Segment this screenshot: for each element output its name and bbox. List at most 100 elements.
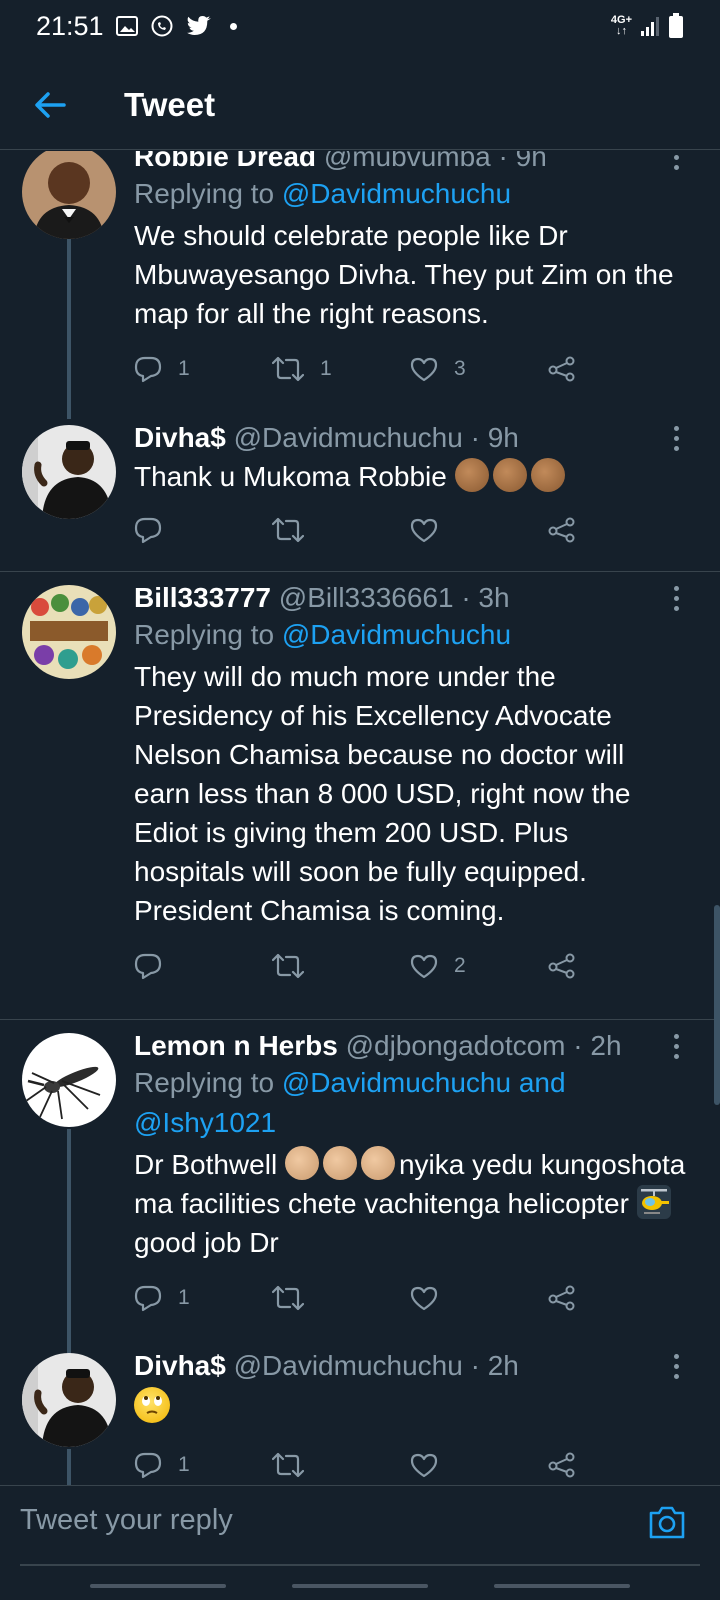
retweet-button[interactable]: 1: [272, 356, 410, 382]
like-button[interactable]: 2: [410, 953, 548, 979]
tweet-text-part1: Dr Bothwell: [134, 1149, 285, 1180]
display-name[interactable]: Robbie Dread: [134, 151, 316, 172]
nav-home[interactable]: [292, 1584, 428, 1588]
back-button[interactable]: [0, 60, 100, 150]
display-name[interactable]: Divha$: [134, 422, 226, 453]
like-count: 2: [454, 954, 466, 977]
camera-icon: [649, 1506, 685, 1539]
retweet-button[interactable]: [272, 1452, 410, 1478]
clapping-hands-emoji: [492, 458, 527, 492]
handle-time: @mubvumba · 9h: [323, 151, 547, 172]
like-button[interactable]: [410, 1285, 548, 1311]
tweet-text: We should celebrate people like Dr Mbuwa…: [134, 220, 674, 329]
like-button[interactable]: 3: [410, 356, 548, 382]
tweet-robbie-dread[interactable]: Robbie Dread @mubvumba · 9h Replying to …: [0, 151, 720, 419]
camera-button[interactable]: [648, 1504, 686, 1545]
replying-to: Replying to @Davidmuchuchu and @Ishy1021: [134, 1063, 686, 1143]
tweet-body: Divha$ @Davidmuchuchu · 9h Thank u Mukom…: [134, 421, 686, 550]
share-button[interactable]: [548, 356, 686, 382]
tweet-actions: 1: [134, 1278, 686, 1318]
tweet-header: Divha$ @Davidmuchuchu · 2h: [134, 1349, 686, 1383]
like-button[interactable]: [410, 517, 548, 543]
tweet-actions: [134, 510, 686, 550]
more-button[interactable]: [666, 1351, 686, 1381]
share-button[interactable]: [548, 1452, 686, 1478]
reply-button[interactable]: 1: [134, 1451, 272, 1479]
share-icon: [548, 1285, 575, 1311]
mention-link[interactable]: @Davidmuchuchu: [282, 178, 511, 209]
share-button[interactable]: [548, 517, 686, 543]
helicopter-emoji: [636, 1185, 671, 1219]
tweet-bill333777[interactable]: Bill333777 @Bill3336661 · 3h Replying to…: [0, 581, 720, 1001]
like-icon: [410, 1286, 438, 1311]
replying-to: Replying to @Davidmuchuchu: [134, 174, 686, 214]
reply-icon: [134, 356, 162, 383]
mention-link[interactable]: @Davidmuchuchu: [282, 619, 511, 650]
more-button[interactable]: [666, 1031, 686, 1061]
display-name[interactable]: Bill333777: [134, 582, 271, 613]
share-icon: [548, 517, 575, 543]
avatar[interactable]: [22, 1033, 116, 1127]
reply-button[interactable]: 1: [134, 1284, 272, 1312]
retweet-button[interactable]: [272, 1285, 410, 1311]
reply-icon: [134, 517, 162, 544]
share-icon: [548, 356, 575, 382]
replies-feed[interactable]: Robbie Dread @mubvumba · 9h Replying to …: [0, 151, 720, 1485]
avatar[interactable]: [22, 585, 116, 679]
share-button[interactable]: [548, 1285, 686, 1311]
reply-count: 1: [178, 1453, 190, 1476]
retweet-icon: [272, 517, 304, 543]
tweet-lemon-n-herbs[interactable]: Lemon n Herbs @djbongadotcom · 2h Replyi…: [0, 1029, 720, 1355]
more-button[interactable]: [666, 151, 686, 172]
network-indicator: 4G+ ↓↑: [611, 15, 632, 37]
clapping-hands-emoji: [322, 1146, 357, 1180]
retweet-button[interactable]: [272, 517, 410, 543]
avatar[interactable]: [22, 151, 116, 239]
status-right: 4G+ ↓↑: [611, 13, 684, 39]
replying-to: Replying to @Davidmuchuchu: [134, 615, 686, 655]
tweet-divider: [0, 1019, 720, 1020]
thread-line: [67, 1449, 71, 1485]
tweet-divha-thanks[interactable]: Divha$ @Davidmuchuchu · 9h Thank u Mukom…: [0, 421, 720, 561]
reply-count: 1: [178, 1286, 190, 1309]
share-button[interactable]: [548, 953, 686, 979]
status-time: 21:51: [36, 10, 104, 41]
retweet-icon: [272, 953, 304, 979]
tweet-header: Divha$ @Davidmuchuchu · 9h: [134, 421, 686, 455]
reply-button[interactable]: 1: [134, 355, 272, 383]
like-icon: [410, 518, 438, 543]
more-button[interactable]: [666, 423, 686, 453]
scrollbar-thumb[interactable]: [714, 905, 720, 1105]
tweet-text-content: Thank u Mukoma Robbie: [134, 461, 447, 492]
retweet-icon: [272, 1285, 304, 1311]
retweet-button[interactable]: [272, 953, 410, 979]
back-arrow-icon: [35, 91, 66, 118]
reply-button[interactable]: [134, 516, 272, 544]
like-button[interactable]: [410, 1452, 548, 1478]
clapping-hands-emoji: [454, 458, 489, 492]
reply-button[interactable]: [134, 952, 272, 980]
tweet-body: Divha$ @Davidmuchuchu · 2h 1: [134, 1349, 686, 1485]
reply-input[interactable]: Tweet your reply: [20, 1504, 233, 1537]
nav-recents[interactable]: [90, 1584, 226, 1588]
replying-prefix: Replying to: [134, 619, 282, 650]
data-arrows: ↓↑: [615, 25, 627, 37]
avatar[interactable]: [22, 1353, 116, 1447]
share-icon: [548, 1452, 575, 1478]
display-name[interactable]: Divha$: [134, 1350, 226, 1381]
tweet-divha-eyeroll[interactable]: Divha$ @Davidmuchuchu · 2h 1: [0, 1349, 720, 1485]
more-button[interactable]: [666, 583, 686, 613]
retweet-count: 1: [320, 357, 332, 380]
like-icon: [410, 357, 438, 382]
page-title: Tweet: [124, 85, 216, 123]
nav-back[interactable]: [494, 1584, 630, 1588]
display-name[interactable]: Lemon n Herbs: [134, 1030, 338, 1061]
battery-icon: [669, 13, 683, 38]
avatar[interactable]: [22, 425, 116, 519]
like-count: 3: [454, 357, 466, 380]
clapping-hands-emoji: [530, 458, 565, 492]
clapping-hands-emoji: [284, 1146, 319, 1180]
signal-icon: [641, 17, 659, 36]
handle-time: @djbongadotcom · 2h: [345, 1030, 622, 1061]
tweet-body: Bill333777 @Bill3336661 · 3h Replying to…: [134, 581, 686, 986]
